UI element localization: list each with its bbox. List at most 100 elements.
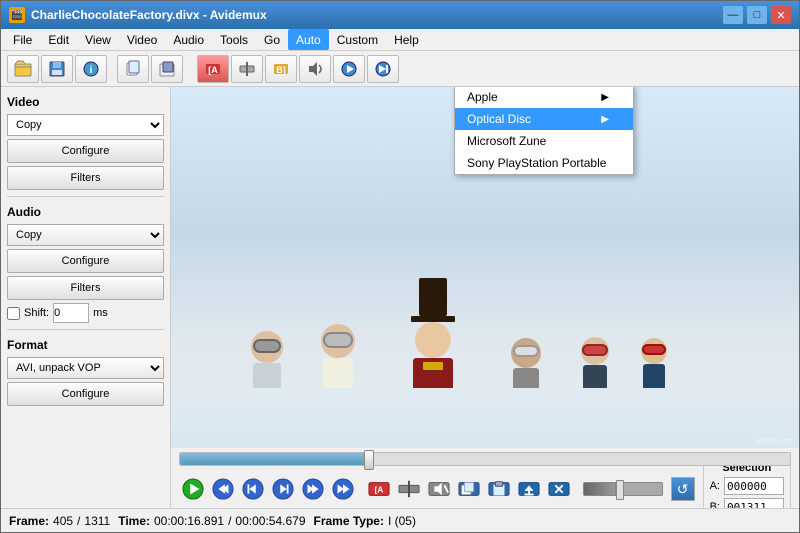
paste-button[interactable]	[485, 475, 513, 503]
toolbar-info[interactable]: i	[75, 55, 107, 83]
menu-go[interactable]: Go	[256, 29, 288, 50]
rewind-start-button[interactable]	[209, 475, 237, 503]
menu-audio[interactable]: Audio	[165, 29, 212, 50]
volume-slider[interactable]	[583, 482, 663, 496]
seekbar-thumb[interactable]	[364, 450, 374, 470]
maximize-button[interactable]: □	[747, 6, 767, 24]
shift-label: Shift:	[24, 307, 49, 319]
svg-text:[A: [A	[375, 486, 384, 495]
hat	[419, 278, 447, 316]
selection-a-input[interactable]	[724, 477, 784, 495]
refresh-button[interactable]: ↺	[671, 477, 695, 501]
export-button[interactable]	[515, 475, 543, 503]
video-configure-btn[interactable]: Configure	[7, 139, 164, 163]
menu-help[interactable]: Help	[386, 29, 427, 50]
shift-row: Shift: ms	[7, 303, 164, 323]
frame-current: 405	[53, 514, 73, 528]
playback-row: [A	[171, 470, 799, 508]
panel-divider-2	[7, 329, 164, 330]
video-filters-btn[interactable]: Filters	[7, 166, 164, 190]
head-3	[511, 338, 541, 368]
selection-a-row: A:	[710, 477, 784, 495]
frame-total: 1311	[84, 514, 110, 528]
head-2	[321, 324, 355, 358]
menu-psp[interactable]: Sony PlayStation Portable	[455, 152, 633, 174]
toolbar: i [A B]	[1, 51, 799, 87]
menu-view[interactable]: View	[77, 29, 119, 50]
menu-video[interactable]: Video	[119, 29, 165, 50]
time-status: Time: 00:00:16.891 / 00:00:54.679	[118, 514, 305, 528]
toolbar-split[interactable]	[231, 55, 263, 83]
video-container: w9de.com Apple ▶ Optical Disc ▶ Microsof…	[171, 87, 799, 448]
toolbar-playback[interactable]	[333, 55, 365, 83]
menu-apple[interactable]: Apple ▶	[455, 87, 633, 108]
toolbar-next[interactable]	[367, 55, 399, 83]
auto-dropdown-menu: Apple ▶ Optical Disc ▶ Microsoft Zune So…	[454, 87, 634, 175]
svg-text:[A: [A	[208, 65, 218, 75]
copy-marker-button[interactable]	[455, 475, 483, 503]
snow-ground	[171, 388, 799, 448]
toolbar-open[interactable]	[7, 55, 39, 83]
prev-frame-button[interactable]	[239, 475, 267, 503]
close-button[interactable]: ✕	[771, 6, 791, 24]
frametype-value: I (05)	[388, 514, 416, 528]
menu-zune[interactable]: Microsoft Zune	[455, 130, 633, 152]
menu-optical-disc[interactable]: Optical Disc ▶	[455, 108, 633, 130]
time-separator: /	[228, 514, 231, 528]
frame-separator: /	[77, 514, 80, 528]
menu-custom[interactable]: Custom	[329, 29, 386, 50]
menu-bar: File Edit View Video Audio Tools Go Auto…	[1, 29, 799, 51]
selection-b-label: B:	[710, 501, 720, 508]
toolbar-mark-in[interactable]: [A	[197, 55, 229, 83]
menu-tools[interactable]: Tools	[212, 29, 256, 50]
right-content: w9de.com Apple ▶ Optical Disc ▶ Microsof…	[171, 87, 799, 508]
video-codec-select[interactable]: Copy	[7, 114, 164, 136]
minimize-button[interactable]: —	[723, 6, 743, 24]
delete-button[interactable]	[545, 475, 573, 503]
seekbar-fill	[180, 453, 369, 465]
format-section-label: Format	[7, 338, 164, 352]
toolbar-mark-out[interactable]: B]	[265, 55, 297, 83]
menu-auto[interactable]: Auto	[288, 29, 329, 50]
mark-a-button[interactable]: [A	[365, 475, 393, 503]
audio-codec-select[interactable]: Copy	[7, 224, 164, 246]
seekbar[interactable]	[179, 452, 791, 466]
selection-b-input[interactable]	[724, 498, 784, 508]
shift-input[interactable]	[53, 303, 89, 323]
toolbar-save[interactable]	[41, 55, 73, 83]
status-bar: Frame: 405 / 1311 Time: 00:00:16.891 / 0…	[1, 508, 799, 532]
window-title: CharlieChocolateFactory.divx - Avidemux	[31, 8, 267, 22]
mute-button[interactable]	[425, 475, 453, 503]
split-button[interactable]	[395, 475, 423, 503]
title-controls: — □ ✕	[723, 6, 791, 24]
svg-text:B]: B]	[276, 65, 286, 75]
audio-configure-btn[interactable]: Configure	[7, 249, 164, 273]
watermark: w9de.com	[754, 436, 795, 446]
video-section-label: Video	[7, 95, 164, 109]
volume-thumb[interactable]	[616, 480, 624, 500]
time-total: 00:00:54.679	[235, 514, 305, 528]
audio-filters-btn[interactable]: Filters	[7, 276, 164, 300]
format-configure-btn[interactable]: Configure	[7, 382, 164, 406]
play-button[interactable]	[179, 475, 207, 503]
left-panel: Video Copy Configure Filters Audio Copy …	[1, 87, 171, 508]
title-bar-left: 🎬 CharlieChocolateFactory.divx - Avidemu…	[9, 7, 267, 23]
format-select[interactable]: AVI, unpack VOP	[7, 357, 164, 379]
playback-buttons: [A	[179, 475, 573, 503]
selection-b-row: B:	[710, 498, 784, 508]
toolbar-copy-b[interactable]	[151, 55, 183, 83]
app-window: 🎬 CharlieChocolateFactory.divx - Avidemu…	[0, 0, 800, 533]
shift-unit: ms	[93, 307, 108, 319]
shift-checkbox[interactable]	[7, 307, 20, 320]
time-label: Time:	[118, 514, 150, 528]
next-frame-button[interactable]	[269, 475, 297, 503]
toolbar-volume[interactable]	[299, 55, 331, 83]
app-icon: 🎬	[9, 7, 25, 23]
toolbar-copy-a[interactable]	[117, 55, 149, 83]
menu-file[interactable]: File	[5, 29, 40, 50]
menu-edit[interactable]: Edit	[40, 29, 77, 50]
submenu-arrow-optical: ▶	[601, 114, 609, 125]
forward-end-button[interactable]	[329, 475, 357, 503]
fast-forward-button[interactable]	[299, 475, 327, 503]
head-4	[581, 337, 609, 365]
